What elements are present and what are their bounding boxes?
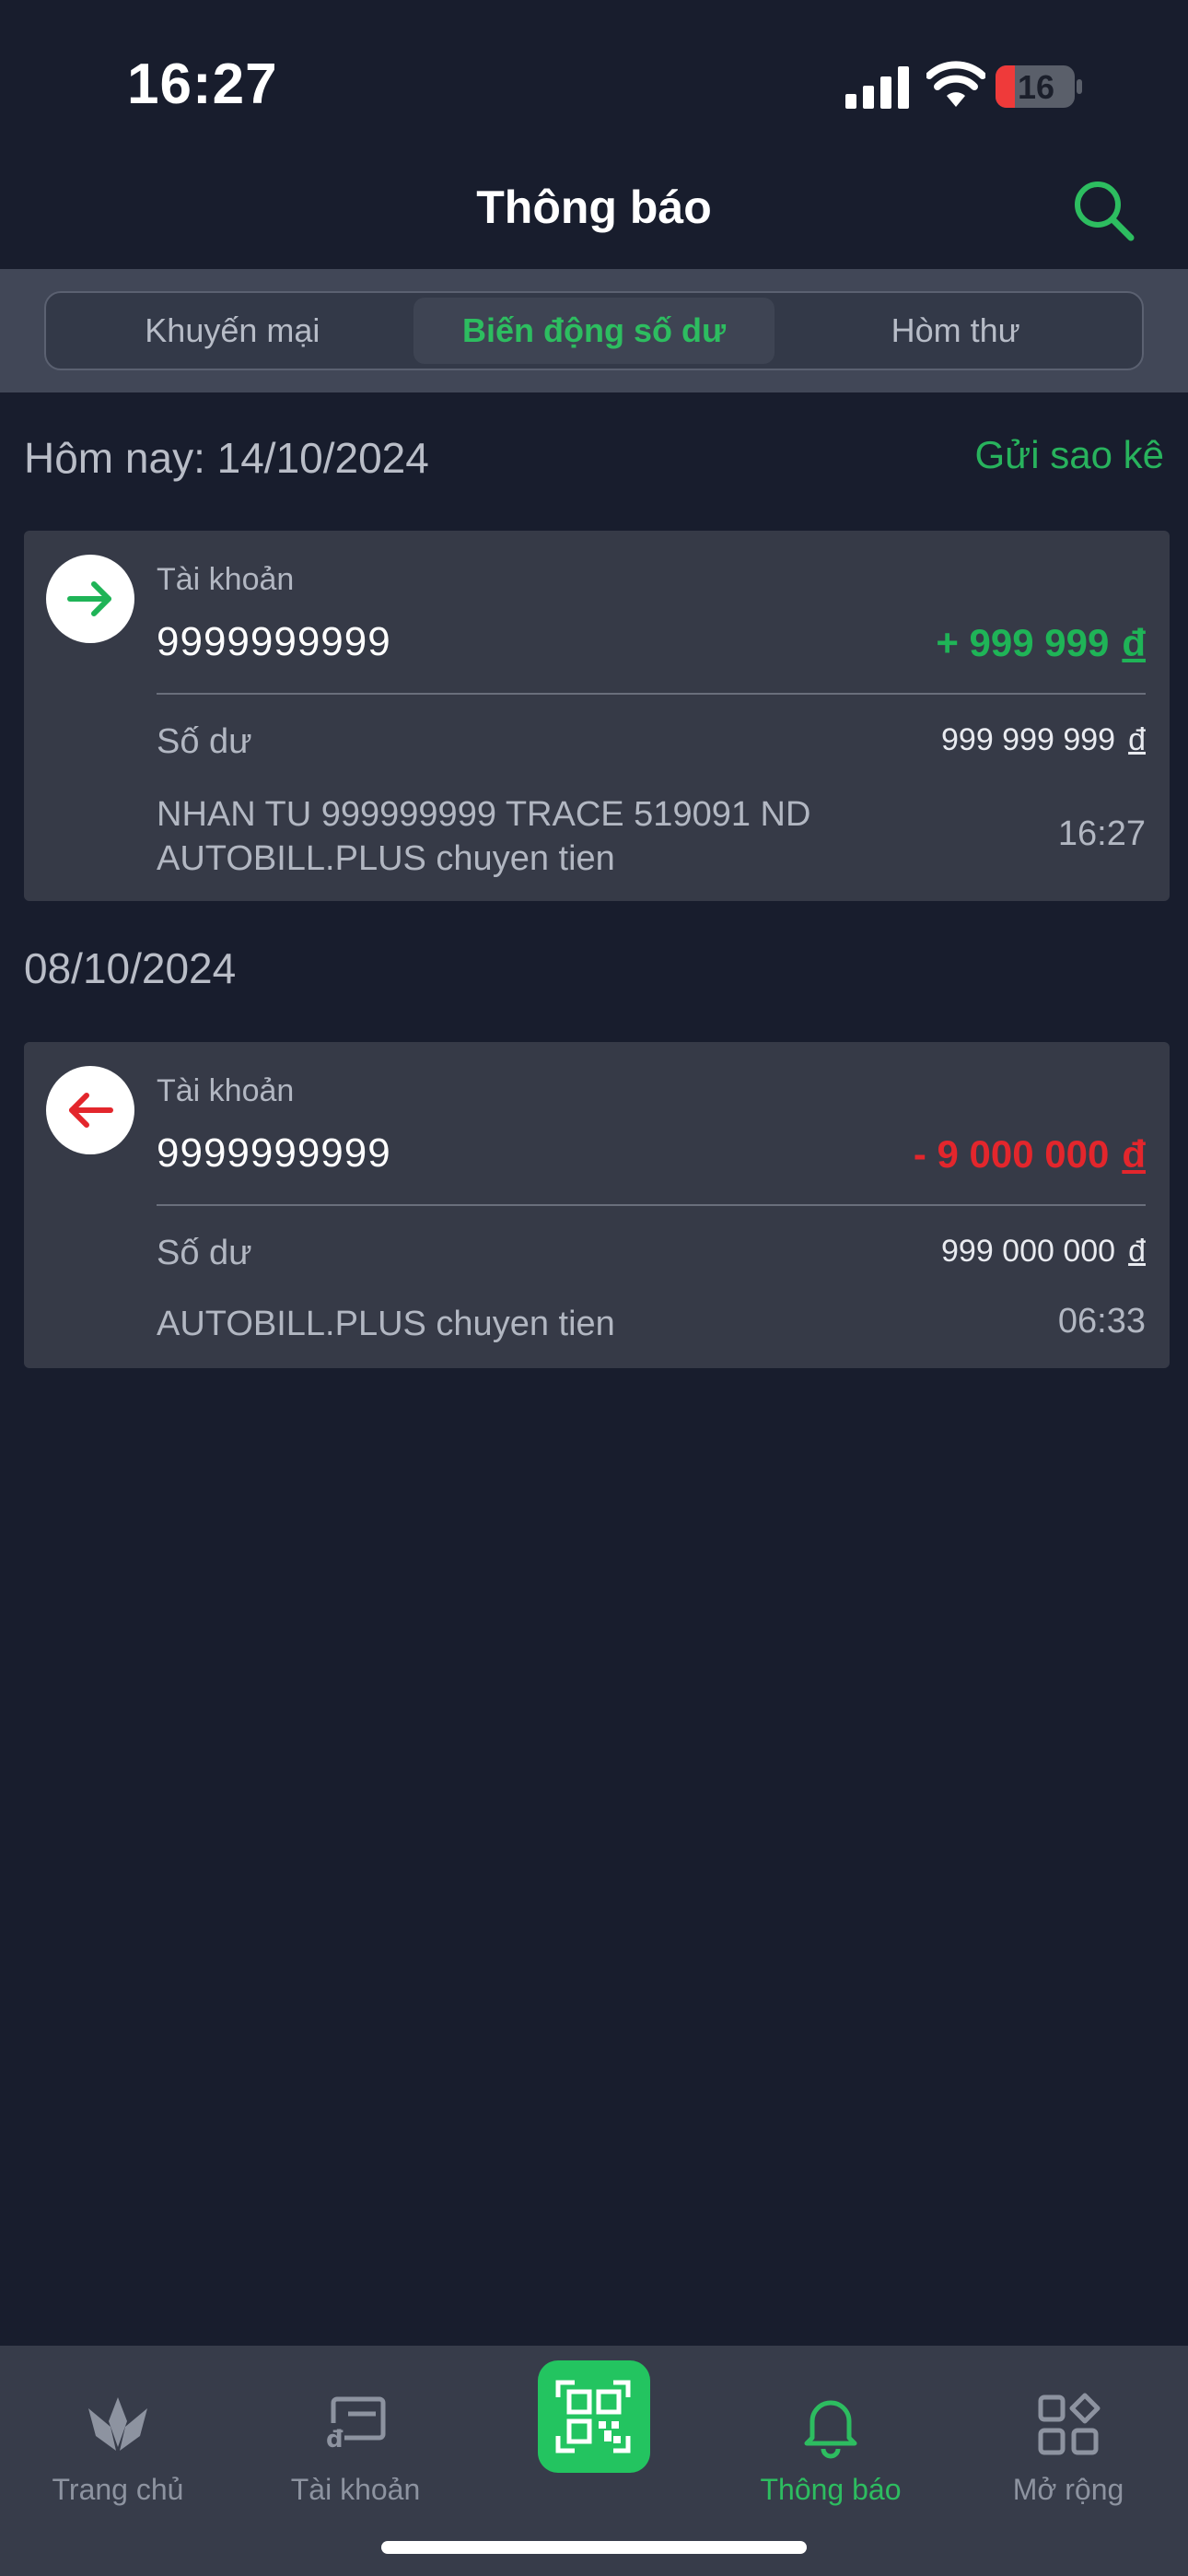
wifi-icon xyxy=(926,61,985,107)
nav-item-more[interactable]: Mở rộng xyxy=(976,2366,1160,2523)
section-date-today: Hôm nay: 14/10/2024 xyxy=(24,434,429,482)
notifications-screen: 16:27 16 Thông báo Khuyến mại Biến động … xyxy=(0,0,1188,2576)
cellular-signal-icon xyxy=(845,66,909,109)
bell-icon xyxy=(804,2400,857,2459)
status-bar: 16:27 16 xyxy=(0,0,1188,157)
send-statement-link[interactable]: Gửi sao kê xyxy=(974,433,1164,477)
transaction-description: NHAN TU 999999999 TRACE 519091 ND AUTOBI… xyxy=(157,795,811,878)
currency-symbol: đ xyxy=(1128,722,1146,757)
currency-symbol: đ xyxy=(1128,1234,1146,1269)
incoming-arrow-icon xyxy=(46,555,134,643)
section-date: 08/10/2024 xyxy=(24,944,237,992)
balance-label: Số dư xyxy=(157,1234,252,1272)
home-indicator xyxy=(381,2541,807,2554)
balance-label: Số dư xyxy=(157,722,252,761)
balance-value: 999 000 000 đ xyxy=(941,1234,1146,1270)
tab-inbox[interactable]: Hòm thư xyxy=(775,298,1136,364)
tab-bar: Khuyến mại Biến động số dư Hòm thư xyxy=(0,269,1188,392)
divider xyxy=(157,1204,1146,1206)
segmented-control: Khuyến mại Biến động số dư Hòm thư xyxy=(44,291,1144,370)
lotus-icon xyxy=(88,2397,147,2451)
outgoing-arrow-icon xyxy=(46,1066,134,1154)
page-title: Thông báo xyxy=(476,181,712,233)
header: Thông báo xyxy=(0,157,1188,267)
balance-amount: 999 000 000 xyxy=(941,1234,1116,1269)
amount-value: + 999 999 xyxy=(936,621,1110,664)
divider xyxy=(157,693,1146,695)
currency-symbol: đ xyxy=(1122,1132,1146,1176)
qr-scan-icon xyxy=(555,2380,631,2453)
status-time: 16:27 xyxy=(127,53,278,116)
currency-symbol: đ xyxy=(1122,621,1146,664)
tab-balance-changes[interactable]: Biến động số dư xyxy=(413,298,775,364)
apps-icon xyxy=(1038,2393,1101,2455)
account-label: Tài khoản xyxy=(157,1073,295,1108)
transaction-description: AUTOBILL.PLUS chuyen tien xyxy=(157,1305,615,1343)
account-number: 9999999999 xyxy=(157,619,391,664)
nav-label: Thông báo xyxy=(760,2473,902,2506)
nav-item-account[interactable]: đ Tài khoản xyxy=(263,2366,448,2523)
transaction-time: 16:27 xyxy=(1057,814,1146,853)
account-label: Tài khoản xyxy=(157,562,295,597)
nav-label: Mở rộng xyxy=(1012,2473,1124,2506)
qr-scan-button[interactable] xyxy=(538,2360,650,2473)
transaction-card[interactable]: Tài khoản 9999999999 - 9 000 000 đ Số dư … xyxy=(24,1042,1170,1368)
balance-value: 999 999 999 đ xyxy=(941,722,1146,758)
nav-item-notifications[interactable]: Thông báo xyxy=(739,2366,923,2523)
balance-amount: 999 999 999 xyxy=(941,722,1116,757)
tab-promotions[interactable]: Khuyến mại xyxy=(52,298,413,364)
wallet-icon: đ xyxy=(324,2396,386,2453)
nav-item-home[interactable]: Trang chủ xyxy=(26,2366,210,2523)
search-icon[interactable] xyxy=(1068,175,1138,245)
amount-value: - 9 000 000 xyxy=(913,1132,1110,1176)
transaction-amount: + 999 999 đ xyxy=(936,621,1146,665)
battery-level: 16 xyxy=(1017,68,1055,106)
transaction-card[interactable]: Tài khoản 9999999999 + 999 999 đ Số dư 99… xyxy=(24,531,1170,901)
account-number: 9999999999 xyxy=(157,1130,391,1176)
transaction-amount: - 9 000 000 đ xyxy=(914,1132,1146,1177)
nav-label: Tài khoản xyxy=(290,2473,421,2506)
transaction-time: 06:33 xyxy=(1057,1302,1146,1341)
svg-text:đ: đ xyxy=(326,2426,344,2453)
nav-label: Trang chủ xyxy=(52,2473,184,2506)
